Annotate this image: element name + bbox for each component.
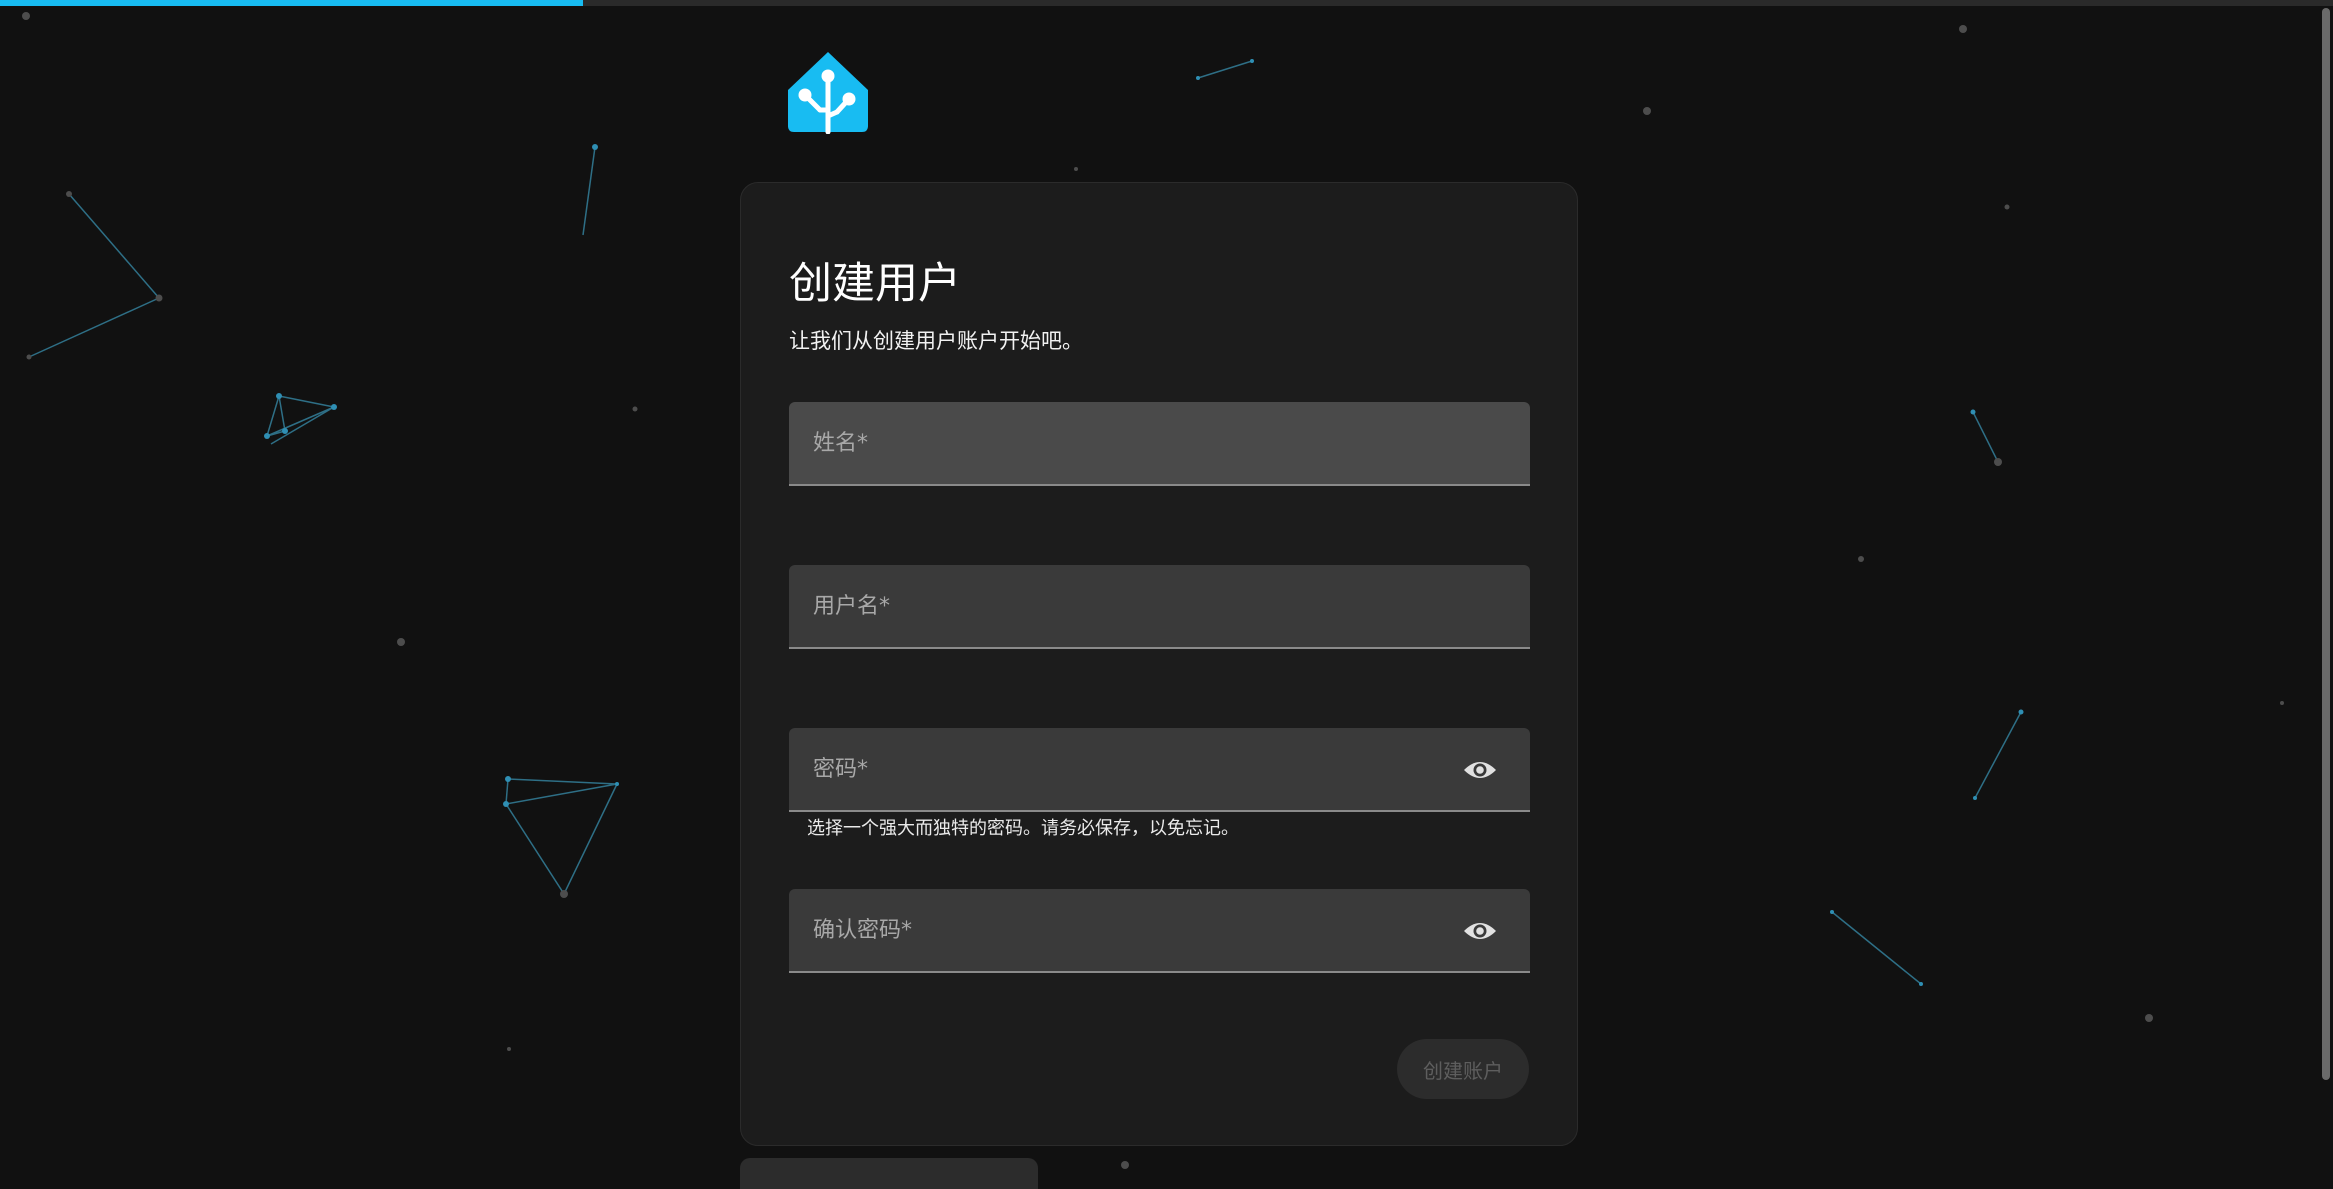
confirm-password-visibility-toggle[interactable]: [1460, 911, 1500, 951]
username-input[interactable]: [789, 565, 1530, 647]
eye-icon: [1464, 762, 1496, 778]
create-account-button[interactable]: 创建账户: [1397, 1039, 1529, 1099]
create-user-card: 创建用户 让我们从创建用户账户开始吧。 选择一个强大而独特的密码。请务必保存，以…: [740, 182, 1578, 1146]
home-assistant-logo-icon: [786, 50, 870, 135]
name-field[interactable]: [789, 402, 1530, 486]
confirm-password-field[interactable]: [789, 889, 1530, 973]
bottom-panel: [740, 1158, 1038, 1189]
page-subtitle: 让我们从创建用户账户开始吧。: [789, 329, 1083, 353]
password-field[interactable]: [789, 728, 1530, 812]
onboarding-page: 创建用户 让我们从创建用户账户开始吧。 选择一个强大而独特的密码。请务必保存，以…: [0, 0, 2333, 1189]
password-visibility-toggle[interactable]: [1460, 750, 1500, 790]
eye-icon: [1464, 923, 1496, 939]
username-field[interactable]: [789, 565, 1530, 649]
page-scrollbar[interactable]: [2322, 8, 2330, 1080]
confirm-password-input[interactable]: [789, 889, 1530, 971]
page-title: 创建用户: [789, 259, 961, 309]
name-input[interactable]: [789, 402, 1530, 484]
password-input[interactable]: [789, 728, 1530, 810]
password-helper-text: 选择一个强大而独特的密码。请务必保存，以免忘记。: [807, 818, 1239, 839]
